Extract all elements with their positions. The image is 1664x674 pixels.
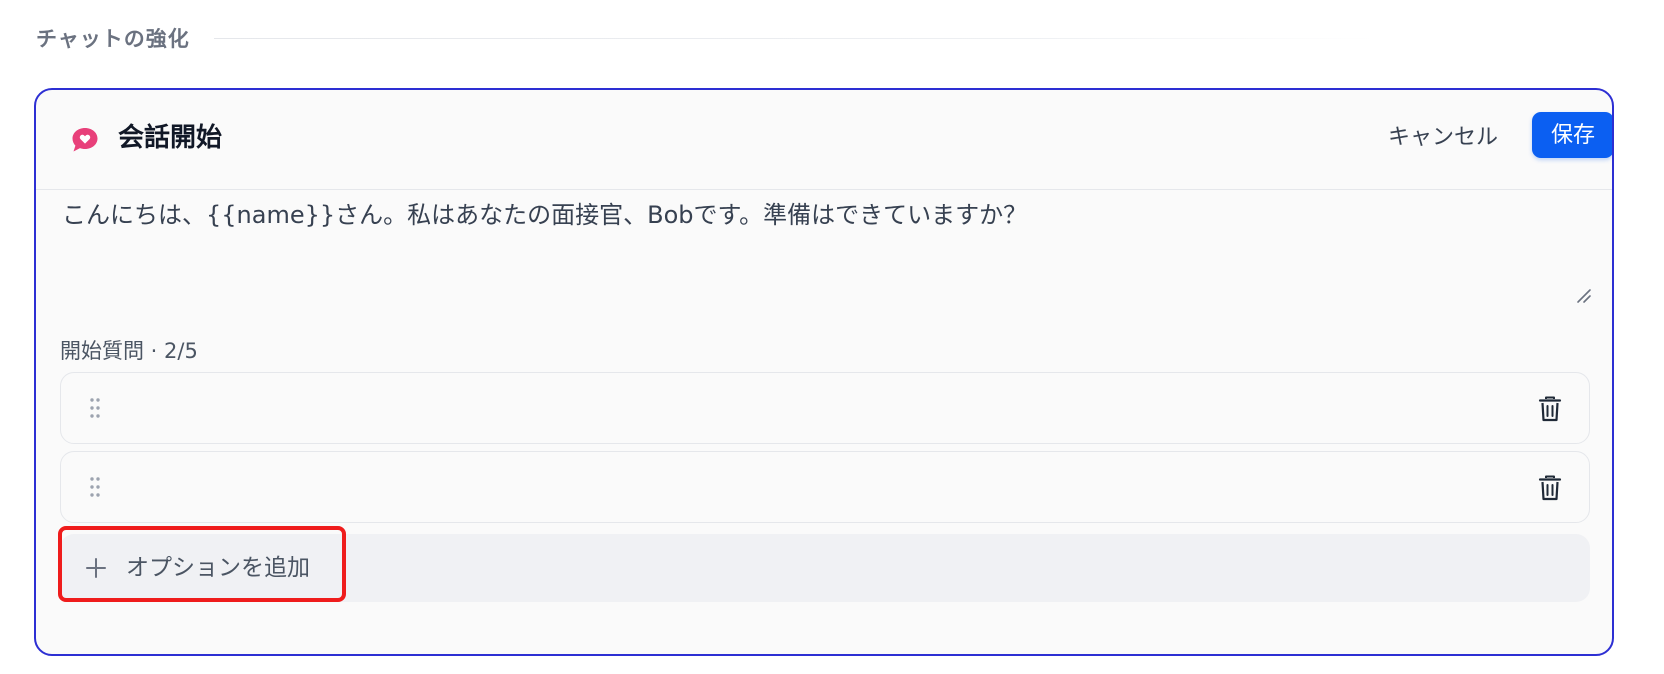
delete-question-button[interactable] [1537, 474, 1563, 502]
add-option-row: オプションを追加 [60, 534, 1590, 602]
trash-icon [1537, 396, 1563, 426]
add-option-button[interactable]: オプションを追加 [60, 534, 340, 602]
plus-icon [84, 556, 108, 580]
card-title: 会話開始 [118, 123, 223, 153]
section-title: チャットの強化 [36, 27, 190, 51]
drag-handle-icon[interactable] [89, 397, 101, 419]
section-header: チャットの強化 [36, 20, 1376, 56]
resize-handle-icon[interactable] [1576, 288, 1592, 304]
starter-question-row[interactable] [60, 372, 1590, 444]
save-button[interactable]: 保存 [1532, 112, 1612, 158]
add-option-label: オプションを追加 [126, 555, 310, 581]
drag-handle-icon[interactable] [89, 476, 101, 498]
chat-heart-icon [70, 126, 100, 154]
card-header: 会話開始 キャンセル 保存 [36, 90, 1612, 190]
section-divider [213, 37, 1376, 39]
starter-questions-label: 開始質問 · 2/5 [60, 339, 198, 363]
conversation-starter-card: 会話開始 キャンセル 保存 こんにちは、{{name}}さん。私はあなたの面接官… [34, 88, 1614, 656]
starter-question-row[interactable] [60, 451, 1590, 523]
cancel-button[interactable]: キャンセル [1388, 116, 1498, 160]
trash-icon [1537, 475, 1563, 505]
delete-question-button[interactable] [1537, 395, 1563, 423]
welcome-message-textarea[interactable]: こんにちは、{{name}}さん。私はあなたの面接官、Bobです。準備はできてい… [62, 198, 1570, 304]
